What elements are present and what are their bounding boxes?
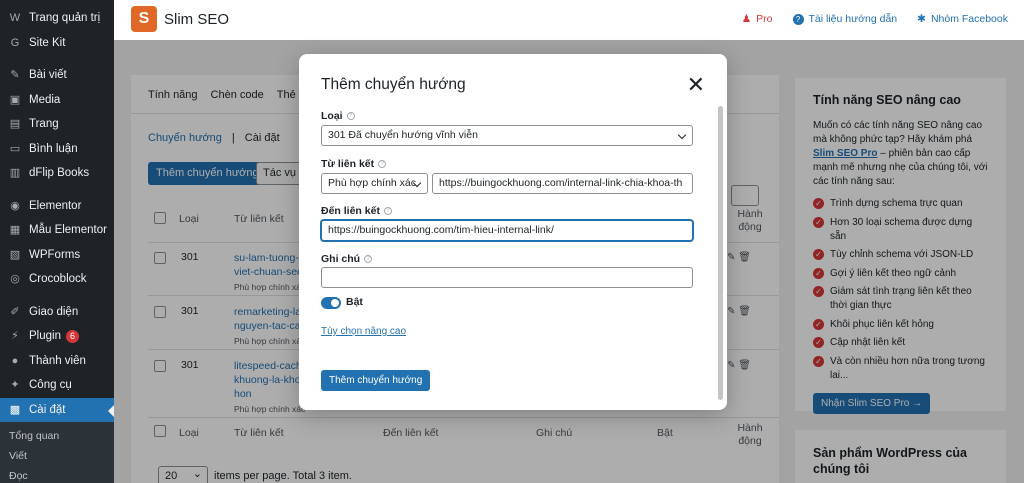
sidebar-item-dashboard[interactable]: W Trang quản trị	[0, 6, 114, 31]
to-url-input[interactable]: https://buingockhuong.com/tim-hieu-inter…	[321, 220, 693, 241]
sidebar-item-users[interactable]: ● Thành viên	[0, 349, 114, 374]
sidebar-item-label: Plugin	[29, 330, 61, 343]
help-icon[interactable]: ?	[346, 112, 355, 120]
docs-link[interactable]: ? Tài liệu hướng dẫn	[792, 13, 898, 25]
sidebar-item-comments[interactable]: ▭ Bình luận	[0, 137, 114, 162]
facebook-group-label: Nhóm Facebook	[930, 13, 1008, 25]
sidebar-item-label: Trang	[29, 118, 59, 131]
docs-link-label: Tài liệu hướng dẫn	[808, 13, 898, 25]
type-label-text: Loại	[321, 110, 343, 122]
sidebar-item-tools[interactable]: ✦ Công cụ	[0, 373, 114, 398]
sidebar-item-label: Trang quản trị	[29, 12, 101, 25]
elementor-icon: ◉	[10, 199, 20, 212]
sidebar-item-dflip[interactable]: ▥ dFlip Books	[0, 161, 114, 186]
settings-icon: ▩	[9, 403, 21, 416]
sidebar-item-label: Công cụ	[29, 379, 72, 392]
sidebar-item-appearance[interactable]: ✐ Giao diện	[0, 300, 114, 325]
sidebar-item-label: Bài viết	[29, 69, 67, 82]
sidebar-item-label: dFlip Books	[29, 167, 90, 180]
sidebar-item-label: Crocoblock	[29, 273, 87, 286]
note-label: Ghi chú?	[321, 253, 373, 265]
pin-icon: ✎	[10, 69, 20, 82]
sidebar-item-wpforms[interactable]: ▧ WPForms	[0, 243, 114, 268]
from-label: Từ liên kết?	[321, 158, 387, 170]
match-type-select[interactable]: Phù hợp chính xác	[321, 173, 428, 194]
sidebar-item-sitekit[interactable]: G Site Kit	[0, 31, 114, 56]
sidebar-item-label: Cài đặt	[29, 403, 66, 416]
plugin-header: S Slim SEO ♟ Pro ? Tài liệu hướng dẫn ✱ Nhó…	[114, 0, 1024, 40]
help-icon[interactable]: ?	[383, 207, 392, 215]
add-redirect-modal: Thêm chuyển hướng ✕ Loại? 301 Đã chuyển …	[299, 54, 727, 410]
sidebar-item-label: WPForms	[29, 248, 81, 261]
sitekit-icon: G	[10, 36, 20, 49]
facebook-group-link[interactable]: ✱ Nhóm Facebook	[917, 13, 1008, 25]
help-icon: ?	[792, 13, 804, 25]
modal-title: Thêm chuyển hướng	[321, 76, 466, 93]
redirect-type-select[interactable]: 301 Đã chuyển hướng vĩnh viễn	[321, 125, 693, 146]
note-input[interactable]	[321, 267, 693, 288]
from-label-text: Từ liên kết	[321, 158, 375, 170]
submit-redirect-button[interactable]: Thêm chuyển hướng	[321, 370, 431, 391]
header-links: ♟ Pro ? Tài liệu hướng dẫn ✱ Nhóm Facebook	[742, 13, 1008, 25]
sidebar-item-plugins[interactable]: ⚡ Plugin 6	[0, 324, 114, 349]
plugin-icon: ⚡	[11, 330, 19, 343]
from-url-input[interactable]: https://buingockhuong.com/internal-link-…	[432, 173, 693, 194]
template-icon: ▦	[9, 224, 21, 237]
close-icon[interactable]: ✕	[687, 74, 705, 96]
brand-name: Slim SEO	[164, 11, 230, 28]
facebook-group-icon: ✱	[917, 13, 926, 25]
update-count-badge: 6	[65, 329, 79, 343]
sidebar-item-crocoblock[interactable]: ◎ Crocoblock	[0, 267, 114, 292]
enabled-label: Bật	[346, 296, 363, 308]
slim-seo-logo: S	[131, 6, 157, 32]
settings-submenu: Tổng quan Viết Đọc	[0, 422, 114, 483]
sidebar-item-label: Giao diện	[29, 305, 79, 318]
help-icon[interactable]: ?	[364, 255, 373, 263]
to-label-text: Đến liên kết	[321, 205, 380, 217]
advanced-options-link[interactable]: Tùy chọn nâng cao	[321, 326, 406, 337]
sidebar-item-label: Site Kit	[29, 36, 66, 49]
page-icon: ▤	[9, 118, 21, 131]
sidebar-item-label: Media	[29, 93, 61, 106]
type-label: Loại?	[321, 110, 355, 122]
sidebar-item-media[interactable]: ▣ Media	[0, 88, 114, 113]
submenu-item-general[interactable]: Tổng quan	[0, 426, 114, 446]
pro-link-label: Pro	[756, 13, 773, 25]
sidebar-item-posts[interactable]: ✎ Bài viết	[0, 63, 114, 88]
dflip-icon: ▥	[9, 167, 21, 180]
help-icon[interactable]: ?	[378, 160, 387, 168]
sidebar-item-label: Bình luận	[29, 142, 78, 155]
sidebar-item-settings[interactable]: ▩ Cài đặt	[0, 397, 114, 422]
tools-icon: ✦	[10, 379, 20, 392]
sidebar-item-pages[interactable]: ▤ Trang	[0, 112, 114, 137]
sidebar-item-label: Thành viên	[29, 354, 86, 367]
users-icon: ●	[11, 354, 19, 367]
appearance-icon: ✐	[10, 305, 20, 318]
note-label-text: Ghi chú	[321, 253, 361, 265]
crocoblock-icon: ◎	[10, 273, 20, 286]
submenu-item-writing[interactable]: Viết	[0, 446, 114, 466]
comment-icon: ▭	[9, 142, 21, 155]
wordpress-icon: W	[9, 12, 21, 25]
pro-icon: ♟	[741, 13, 752, 25]
enabled-toggle[interactable]	[321, 297, 341, 309]
pro-link[interactable]: ♟ Pro	[742, 13, 773, 25]
wpforms-icon: ▧	[9, 248, 21, 261]
sidebar-item-label: Elementor	[29, 199, 82, 212]
modal-scrollbar[interactable]	[718, 106, 723, 400]
sidebar-item-elementor-templates[interactable]: ▦ Mẫu Elementor	[0, 218, 114, 243]
sidebar-item-label: Mẫu Elementor	[29, 224, 107, 237]
admin-sidebar: W Trang quản trị G Site Kit ✎ Bài viết ▣ Med…	[0, 0, 114, 483]
media-icon: ▣	[9, 93, 21, 106]
sidebar-item-elementor[interactable]: ◉ Elementor	[0, 194, 114, 219]
to-label: Đến liên kết?	[321, 205, 392, 217]
submenu-item-reading[interactable]: Đọc	[0, 466, 114, 483]
